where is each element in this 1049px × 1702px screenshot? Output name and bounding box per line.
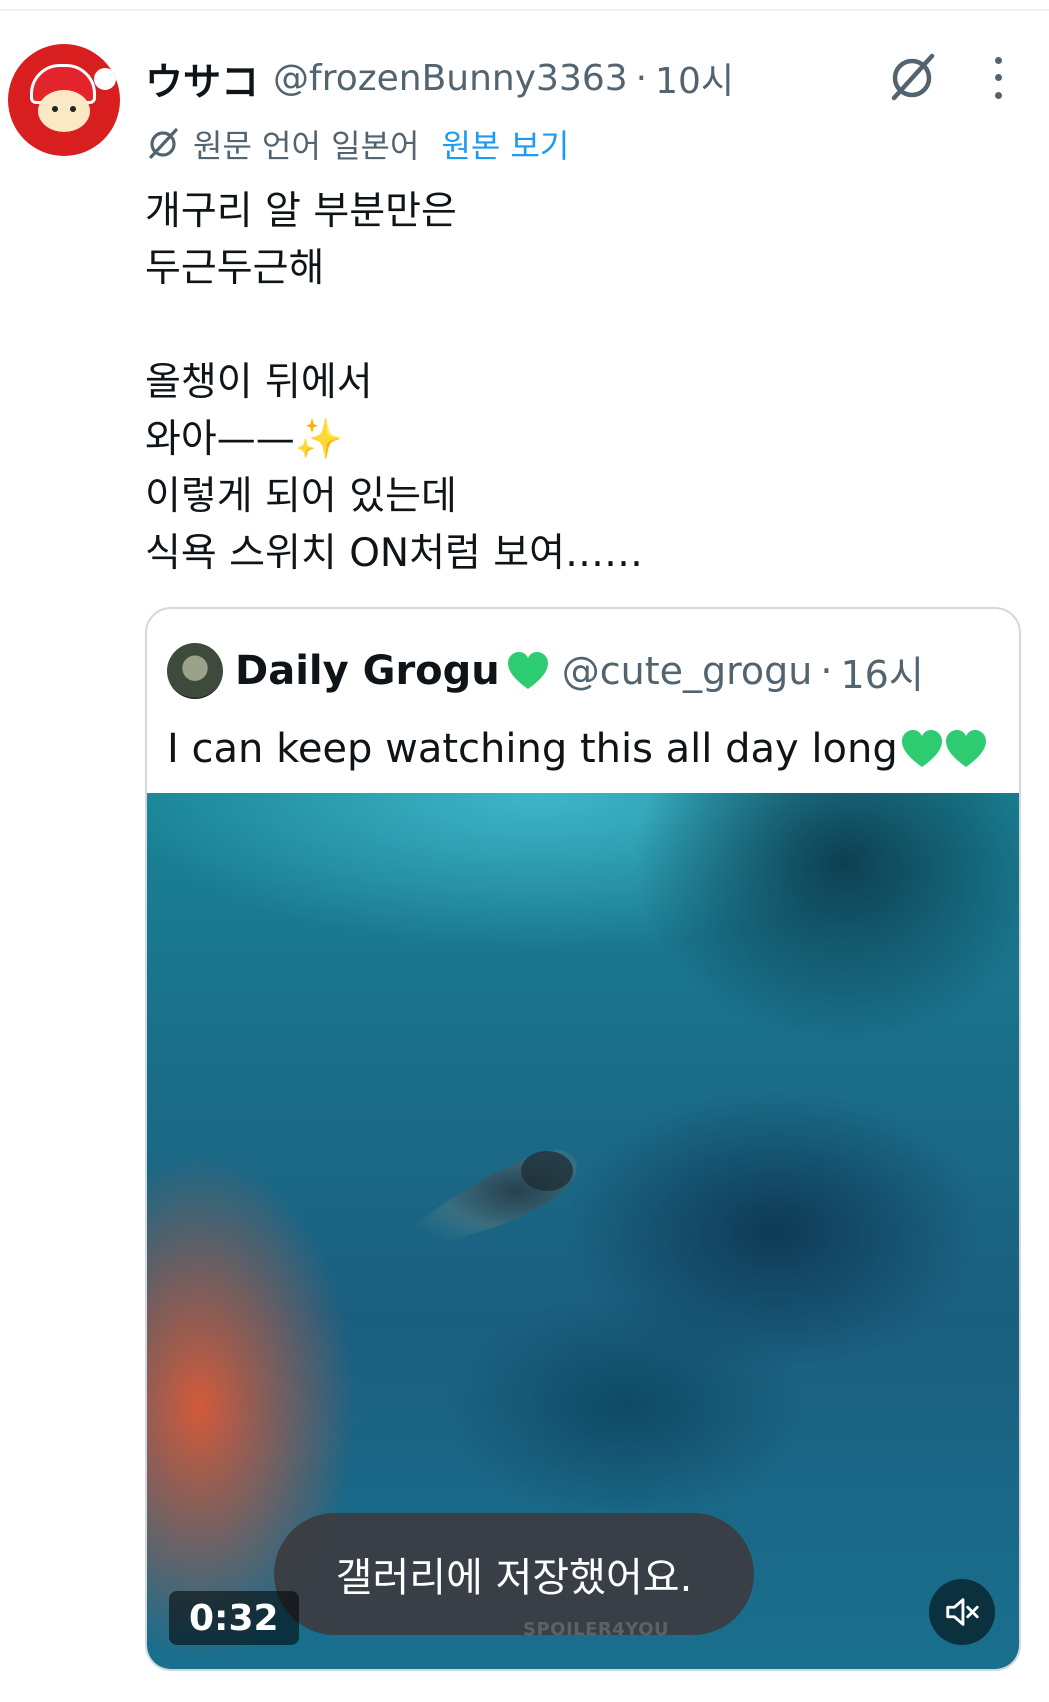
video-duration: 0:32 [169,1591,299,1645]
video-watermark: SPOILER4YOU [523,1619,670,1640]
grok-translate-icon [149,128,178,159]
quoted-tweet-card[interactable]: Daily Grogu @cute_grogu · 16시 I can keep… [145,607,1021,1671]
tweet-text-line: 두근두근해 [145,246,325,291]
top-divider [0,9,1049,11]
tweet-text-line: 식욕 스위치 ON처럼 보여…… [145,531,643,576]
quoted-tweet-time[interactable]: 16시 [840,644,923,699]
separator-dot: · [820,649,833,693]
separator-dot: · [635,57,648,99]
quoted-author-avatar[interactable] [167,643,223,699]
tweet-text-line: 이렇게 되어 있는데 [145,474,457,519]
quoted-tweet-header: Daily Grogu @cute_grogu · 16시 [235,639,924,703]
quoted-tweet-text-row: I can keep watching this all day long [167,717,988,781]
green-heart-icon [507,652,548,689]
more-options-button[interactable] [986,52,1010,104]
tweet-header: ウサコ @frozenBunny3363 · 10시 [145,50,734,106]
author-handle[interactable]: @frozenBunny3363 [273,58,628,99]
avatar-eye-shape [70,106,76,112]
avatar-face-shape [38,90,90,132]
tweet-text-line [145,297,1025,354]
mute-speaker-icon [946,1598,979,1626]
author-name[interactable]: ウサコ [145,51,259,106]
quoted-author-handle[interactable]: @cute_grogu [562,649,813,693]
author-avatar[interactable] [8,44,120,156]
tadpole-image [377,1149,577,1253]
grok-icon [891,53,935,101]
translation-row: 원문 언어 일본어 원본 보기 [145,120,569,168]
translation-label: 원문 언어 일본어 [193,127,420,165]
tweet-text-line: 올챙이 뒤에서 [145,360,373,405]
show-original-link[interactable]: 원본 보기 [441,121,569,167]
mute-button[interactable] [929,1579,995,1645]
more-dots-icon [994,57,1002,65]
more-dots-icon [994,74,1002,82]
tweet-text-line: 개구리 알 부분만은 [145,189,457,234]
more-dots-icon [994,91,1002,99]
quoted-tweet-text: I can keep watching this all day long [167,726,898,772]
saved-to-gallery-toast: 갤러리에 저장했어요. [274,1513,754,1635]
tweet-time[interactable]: 10시 [655,52,734,104]
avatar-ball-shape [94,68,116,90]
green-heart-icon [901,730,942,767]
tweet-text: 개구리 알 부분만은 두근두근해 올챙이 뒤에서 와아——✨ 이렇게 되어 있는… [145,183,1025,582]
quoted-author-name[interactable]: Daily Grogu [235,648,500,694]
avatar-eye-shape [52,106,58,112]
grok-button[interactable] [884,50,940,106]
video-player[interactable]: 갤러리에 저장했어요. 0:32 SPOILER4YOU [147,793,1019,1669]
green-heart-icon [945,730,986,767]
tweet-text-line: 와아——✨ [145,417,344,462]
